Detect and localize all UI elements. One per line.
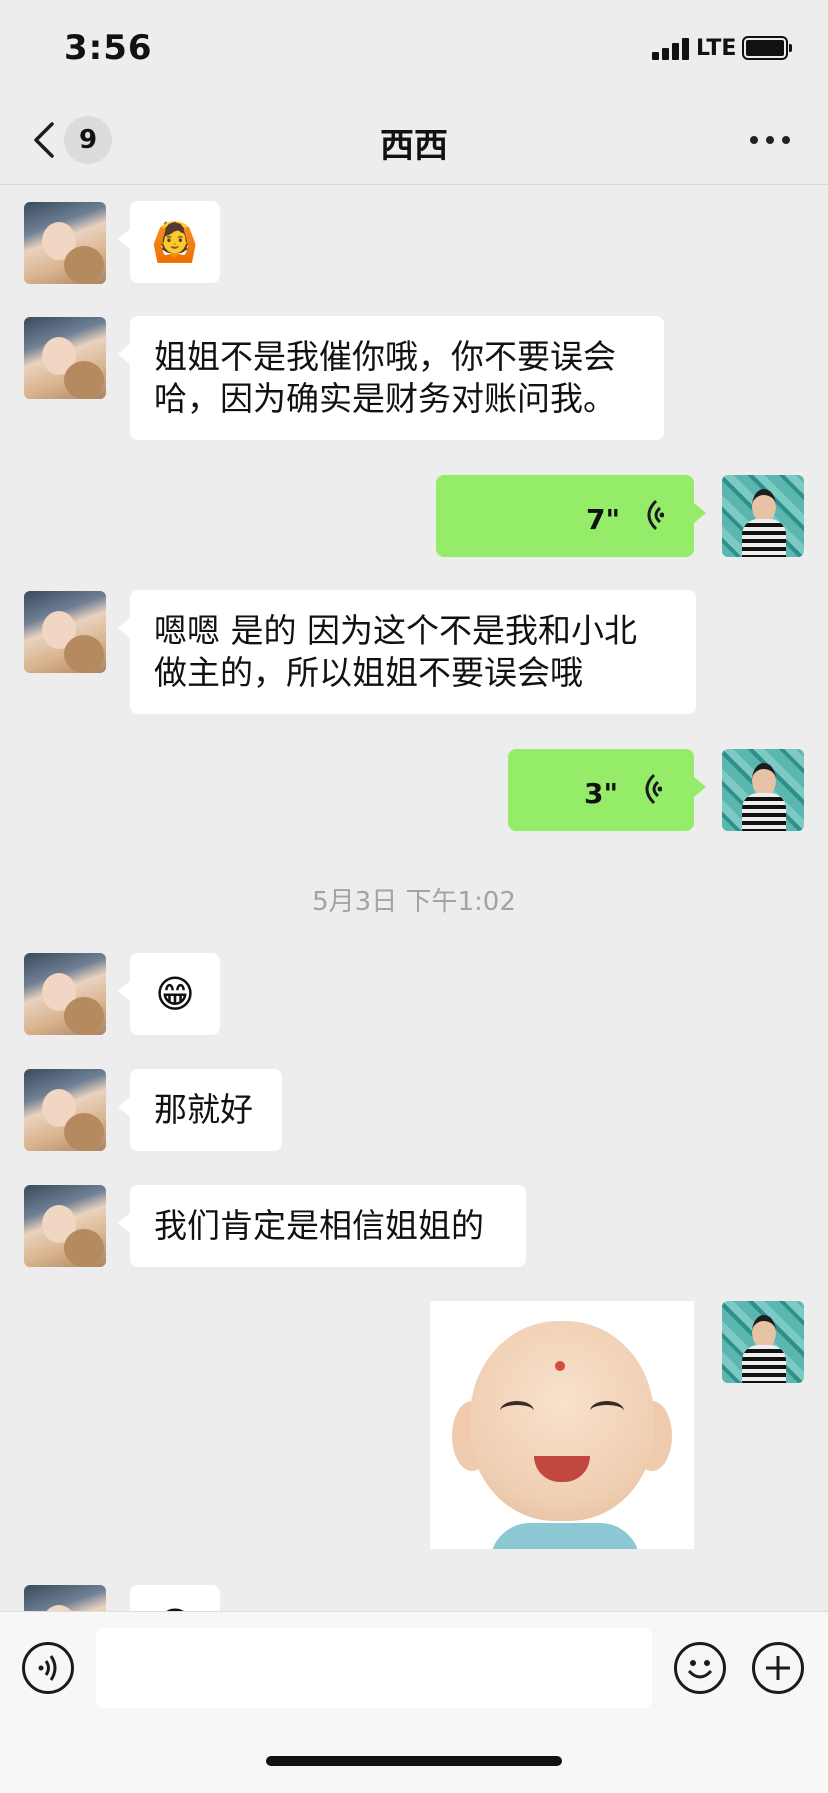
plus-icon — [766, 1656, 790, 1680]
emoji-button[interactable] — [674, 1642, 726, 1694]
incoming-emoji-bubble[interactable]: 🙆 — [118, 201, 220, 283]
contact-avatar[interactable] — [24, 1585, 106, 1611]
contact-avatar[interactable] — [24, 1185, 106, 1267]
voice-duration: 7" — [586, 503, 621, 536]
message-text: 那就好 — [154, 1090, 253, 1129]
outgoing-voice-bubble[interactable]: 3" — [508, 749, 706, 831]
network-label: LTE — [696, 36, 737, 61]
my-avatar[interactable] — [722, 1301, 804, 1383]
more-icon[interactable] — [748, 132, 792, 148]
contact-avatar[interactable] — [24, 317, 106, 399]
emoji: 😁 — [155, 972, 195, 1016]
voice-input-icon — [38, 1655, 57, 1681]
incoming-text-bubble[interactable]: 嗯嗯 是的 因为这个不是我和小北 做主的，所以姐姐不要误会哦 — [118, 590, 696, 714]
incoming-emoji-bubble[interactable]: 😁 — [118, 953, 220, 1035]
battery-icon — [742, 36, 792, 60]
plus-button[interactable] — [752, 1642, 804, 1694]
incoming-text-bubble[interactable]: 那就好 — [118, 1069, 282, 1151]
message-text: 嗯嗯 是的 因为这个不是我和小北 做主的，所以姐姐不要误会哦 — [154, 611, 637, 692]
back-icon[interactable] — [30, 120, 60, 160]
message-list[interactable]: 🙆 姐姐不是我催你哦，你不要误会 哈，因为确实是财务对账问我。 7" 嗯嗯 是的… — [0, 185, 828, 1611]
message-text: 姐姐不是我催你哦，你不要误会 哈，因为确实是财务对账问我。 — [154, 337, 616, 418]
voice-wave-icon — [645, 773, 662, 805]
contact-avatar[interactable] — [24, 591, 106, 673]
message-timestamp: 5月3日 下午1:02 — [312, 887, 516, 917]
contact-avatar[interactable] — [24, 1069, 106, 1151]
status-time: 3:56 — [64, 28, 153, 68]
my-avatar[interactable] — [722, 749, 804, 831]
emoji-icon — [687, 1660, 713, 1679]
incoming-text-bubble[interactable]: 姐姐不是我催你哦，你不要误会 哈，因为确实是财务对账问我。 — [118, 316, 664, 440]
message-input[interactable] — [96, 1628, 652, 1708]
chat-title: 西西 — [380, 126, 448, 166]
my-avatar[interactable] — [722, 475, 804, 557]
signal-icon — [652, 38, 690, 60]
contact-avatar[interactable] — [24, 202, 106, 284]
voice-input-button[interactable] — [22, 1642, 74, 1694]
incoming-emoji-bubble[interactable]: 😊 — [130, 1585, 220, 1611]
contact-avatar[interactable] — [24, 953, 106, 1035]
voice-wave-icon — [647, 499, 664, 531]
emoji: 🙆 — [151, 220, 199, 264]
chat-header: 9 西西 — [0, 96, 828, 185]
unread-count-badge[interactable]: 9 — [64, 116, 112, 164]
incoming-text-bubble[interactable]: 我们肯定是相信姐姐的 — [118, 1185, 526, 1267]
status-bar: 3:56 LTE — [0, 0, 828, 96]
home-indicator[interactable] — [266, 1756, 562, 1766]
sticker-image[interactable] — [430, 1301, 694, 1549]
outgoing-voice-bubble[interactable]: 7" — [436, 475, 706, 557]
message-text: 我们肯定是相信姐姐的 — [154, 1206, 484, 1245]
voice-duration: 3" — [584, 777, 619, 810]
